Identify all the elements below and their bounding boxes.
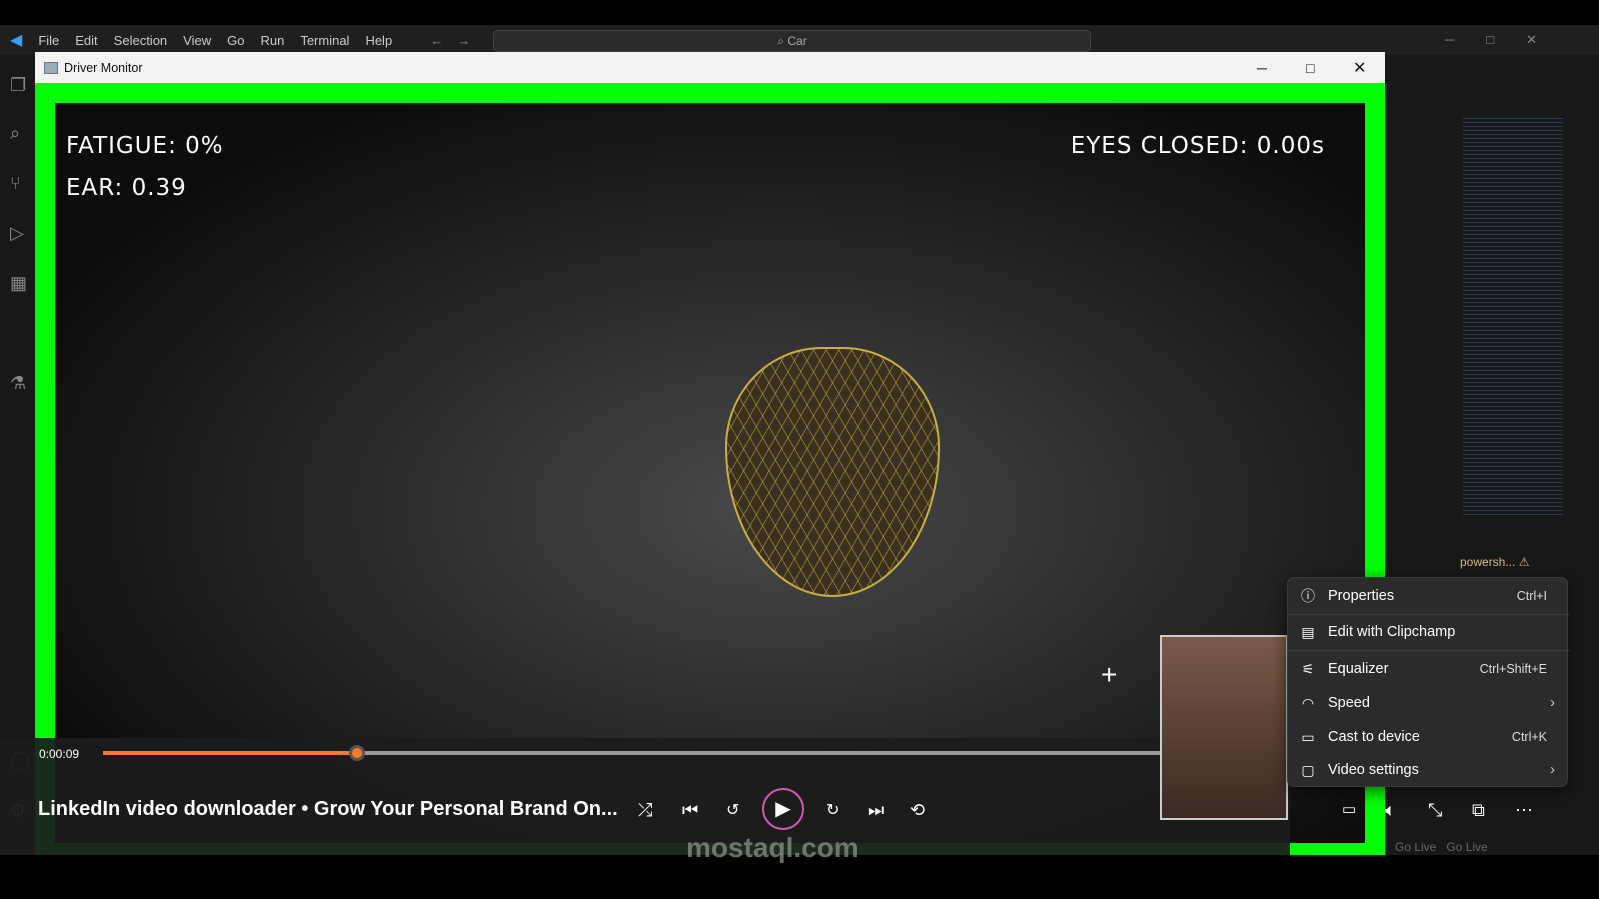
menu-edit[interactable]: Edit: [75, 33, 97, 48]
repeat-icon[interactable]: ⟲: [910, 800, 925, 821]
previous-icon[interactable]: ⏮: [682, 800, 698, 821]
terminal-tab[interactable]: powersh... ⚠: [1460, 555, 1529, 569]
menu-item-properties[interactable]: ⓘ Properties Ctrl+I: [1288, 579, 1569, 613]
search-icon[interactable]: ⌕: [10, 123, 20, 144]
window-title: Driver Monitor: [64, 60, 143, 75]
source-control-icon[interactable]: ⑂: [10, 173, 21, 194]
fatigue-readout: FATIGUE: 0%: [66, 133, 224, 159]
context-menu: ⓘ Properties Ctrl+I ▤ Edit with Clipchamp ⚟…: [1287, 577, 1569, 787]
menu-item-equalizer[interactable]: ⚟ Equalizer Ctrl+Shift+E: [1288, 652, 1569, 686]
menu-run[interactable]: Run: [260, 33, 284, 48]
info-icon: ⓘ: [1301, 588, 1315, 604]
command-search[interactable]: ⌕ Car: [493, 30, 1091, 52]
maximize-button[interactable]: □: [1306, 60, 1314, 76]
menu-help[interactable]: Help: [365, 33, 392, 48]
menu-file[interactable]: File: [38, 33, 59, 48]
menu-selection[interactable]: Selection: [114, 33, 167, 48]
play-button[interactable]: ▶: [762, 788, 804, 830]
explorer-icon[interactable]: ❐: [10, 75, 26, 96]
face-mesh-overlay: [725, 347, 940, 597]
rewind-10-icon[interactable]: ↺: [726, 800, 739, 820]
sliders-icon: ⚟: [1301, 660, 1315, 677]
video-icon: ▢: [1301, 761, 1315, 778]
search-icon: ⌕: [777, 33, 788, 48]
more-options-icon[interactable]: ⋯: [1515, 800, 1533, 821]
app-icon: [44, 61, 58, 74]
volume-icon[interactable]: 🔈︎: [1385, 800, 1396, 821]
cast-icon: ▭: [1301, 728, 1315, 745]
menu-item-video-settings[interactable]: ▢ Video settings ›: [1288, 753, 1569, 787]
testing-icon[interactable]: ⚗: [10, 373, 26, 394]
extensions-icon[interactable]: ▦: [10, 273, 27, 294]
menu-view[interactable]: View: [183, 33, 211, 48]
back-icon[interactable]: ←: [430, 33, 443, 48]
seek-handle[interactable]: [349, 745, 366, 761]
forward-icon[interactable]: →: [457, 33, 470, 48]
close-button[interactable]: ✕: [1353, 58, 1366, 78]
run-debug-icon[interactable]: ▷: [10, 223, 24, 244]
forward-30-icon[interactable]: ↻: [826, 800, 839, 820]
media-title: LinkedIn video downloader • Grow Your Pe…: [38, 798, 618, 820]
picture-in-picture-preview: [1160, 635, 1288, 820]
window-titlebar: Driver Monitor ─ □ ✕: [35, 52, 1385, 83]
media-player-controls: [0, 738, 1290, 855]
chevron-right-icon: ›: [1550, 762, 1555, 778]
ear-readout: EAR: 0.39: [66, 175, 187, 201]
eyes-closed-readout: EYES CLOSED: 0.00s: [1070, 133, 1325, 159]
clapper-icon: ▤: [1301, 623, 1315, 640]
minimize-button[interactable]: ─: [1257, 60, 1267, 76]
vscode-logo-icon: ◀: [10, 32, 23, 49]
menu-item-speed[interactable]: ◠ Speed ›: [1288, 686, 1569, 720]
exit-fullscreen-icon[interactable]: ⤡: [1428, 800, 1442, 821]
next-icon[interactable]: ⏭: [868, 800, 884, 821]
speed-icon: ◠: [1301, 694, 1315, 711]
crosshair-cursor-icon: +: [1101, 659, 1118, 690]
window-controls[interactable]: ─□✕: [1445, 32, 1569, 48]
menu-item-edit-clipchamp[interactable]: ▤ Edit with Clipchamp: [1288, 615, 1569, 649]
current-time: 0:00:09: [39, 747, 80, 761]
go-live-status[interactable]: Go Live Go Live: [1395, 840, 1488, 854]
menu-terminal[interactable]: Terminal: [300, 33, 349, 48]
minimap[interactable]: [1463, 115, 1563, 515]
activity-bar: ❐ ⌕ ⑂ ▷ ▦ ⚗ ◯ ⚙: [0, 55, 36, 855]
menu-item-cast[interactable]: ▭ Cast to device Ctrl+K: [1288, 720, 1569, 754]
seek-progress: [103, 751, 358, 755]
shuffle-icon[interactable]: ⤮: [638, 800, 652, 821]
captions-icon[interactable]: ▭: [1342, 800, 1356, 818]
menu-go[interactable]: Go: [227, 33, 244, 48]
watermark: mostaql.com: [686, 832, 859, 863]
mini-view-icon[interactable]: ⧉: [1472, 800, 1485, 821]
chevron-right-icon: ›: [1550, 695, 1555, 711]
